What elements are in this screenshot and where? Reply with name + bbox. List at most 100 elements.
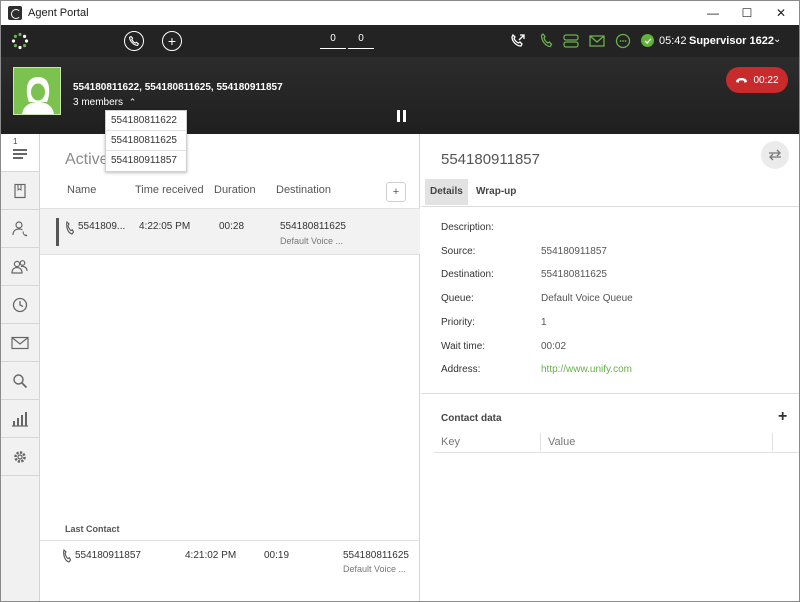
routing-icon[interactable]: [562, 32, 580, 50]
column-header-value[interactable]: Value: [548, 436, 575, 448]
counter-2: 0: [348, 33, 374, 49]
dial-phone-button[interactable]: [124, 31, 144, 51]
list-icon: [13, 148, 27, 159]
phone-icon: [63, 549, 71, 563]
swap-arrows-icon: [769, 149, 781, 161]
row-destination: 554180811625: [280, 221, 346, 232]
column-header-time[interactable]: Time received: [135, 184, 204, 196]
chevron-down-icon[interactable]: ⌄: [773, 34, 781, 45]
table-row[interactable]: 5541809... 4:22:05 PM 00:28 554180811625…: [40, 208, 420, 255]
column-header-destination[interactable]: Destination: [276, 184, 331, 196]
tab-wrap-up[interactable]: Wrap-up: [471, 179, 521, 205]
members-dropdown: 554180811622 554180811625 554180911857: [105, 110, 187, 172]
priority-label: Priority:: [441, 317, 475, 328]
plus-icon: +: [167, 33, 177, 49]
contact-details-pane: 554180911857 Details Wrap-up Description…: [421, 134, 799, 601]
clock-icon: [12, 297, 28, 312]
members-toggle[interactable]: 3 members ⌃: [73, 97, 136, 108]
tab-details[interactable]: Details: [425, 179, 468, 205]
agent-portal-window: Agent Portal — ☐ ✕ + 0 0 05:42 Superviso…: [0, 0, 800, 602]
phone-ready-icon[interactable]: [537, 32, 555, 50]
column-header-key[interactable]: Key: [441, 436, 460, 448]
group-icon: [11, 259, 28, 274]
email-icon[interactable]: [588, 32, 606, 50]
nav-contacts-book[interactable]: [1, 172, 39, 210]
title-bar: Agent Portal — ☐ ✕: [1, 1, 799, 25]
nav-reports[interactable]: [1, 400, 39, 438]
wait-time-value: 00:02: [541, 341, 567, 352]
new-contact-button[interactable]: +: [162, 31, 182, 51]
address-link[interactable]: http://www.unify.com: [541, 364, 632, 375]
nav-search[interactable]: [1, 362, 39, 400]
search-icon: [13, 373, 28, 388]
destination-label: Destination:: [441, 269, 494, 280]
nav-history[interactable]: [1, 286, 39, 324]
nav-email[interactable]: [1, 324, 39, 362]
row-queue: Default Voice ...: [280, 236, 344, 246]
pause-icon[interactable]: [396, 110, 408, 124]
call-participants: 554180811622, 554180811625, 554180911857: [73, 82, 283, 93]
bar-chart-icon: [12, 411, 28, 427]
user-name[interactable]: Supervisor 1622: [689, 35, 774, 47]
nav-settings[interactable]: [1, 438, 39, 476]
details-title: 554180911857: [441, 151, 540, 168]
section-divider: [421, 393, 799, 394]
call-duration: 00:22: [753, 74, 779, 86]
add-column-button[interactable]: +: [386, 182, 406, 202]
window-title: Agent Portal: [28, 7, 89, 19]
app-logo-icon: [8, 6, 22, 20]
destination-value: 554180811625: [541, 269, 607, 280]
selection-marker: [56, 218, 59, 246]
hangup-button[interactable]: 00:22: [726, 67, 788, 93]
call-pickup-icon[interactable]: [509, 32, 527, 50]
queue-value: Default Voice Queue: [541, 293, 633, 304]
members-label: 3 members: [73, 97, 124, 108]
column-header-name[interactable]: Name: [67, 184, 96, 196]
member-item[interactable]: 554180811625: [106, 131, 186, 151]
phone-icon: [66, 221, 74, 235]
session-time: 05:42: [659, 35, 687, 47]
avatar: [13, 67, 61, 115]
member-item[interactable]: 554180911857: [106, 151, 186, 171]
counter-1: 0: [320, 33, 346, 49]
wait-time-label: Wait time:: [441, 341, 486, 352]
member-item[interactable]: 554180811622: [106, 111, 186, 131]
row-duration: 00:28: [219, 221, 245, 232]
last-name: 554180911857: [75, 550, 141, 561]
source-value: 554180911857: [541, 246, 607, 257]
maximize-button[interactable]: ☐: [730, 1, 764, 25]
close-button[interactable]: ✕: [764, 1, 798, 25]
queue-count-badge: 1: [13, 137, 18, 146]
active-contacts-pane: Active Name Time received Duration Desti…: [40, 134, 420, 601]
envelope-icon: [11, 336, 29, 349]
user-phone-icon: [12, 220, 28, 236]
phone-icon: [129, 35, 140, 46]
priority-value: 1: [541, 317, 547, 328]
hangup-icon: [736, 77, 748, 83]
add-contact-data-button[interactable]: +: [778, 408, 787, 426]
chat-icon[interactable]: [614, 32, 632, 50]
gear-icon: [14, 450, 26, 463]
page-title: Active: [65, 151, 109, 168]
contact-data-table-header: Key Value: [434, 431, 799, 453]
nav-team[interactable]: [1, 248, 39, 286]
minimize-button[interactable]: —: [696, 1, 730, 25]
queue-label: Queue:: [441, 293, 474, 304]
column-header-duration[interactable]: Duration: [214, 184, 256, 196]
user-avatar-icon: [14, 68, 60, 114]
contact-data-heading: Contact data: [441, 413, 502, 424]
last-duration: 00:19: [264, 550, 290, 561]
column-separator: [772, 433, 773, 451]
last-contact-row[interactable]: 554180911857 4:21:02 PM 00:19 5541808116…: [40, 540, 420, 580]
chevron-up-icon: ⌃: [128, 97, 137, 107]
address-label: Address:: [441, 364, 481, 375]
last-queue: Default Voice ...: [343, 564, 407, 574]
transfer-button[interactable]: [761, 141, 789, 169]
row-name: 5541809...: [78, 221, 126, 232]
main-toolbar: + 0 0 05:42 Supervisor 1622 ⌄: [1, 25, 799, 57]
column-separator: [540, 433, 541, 451]
nav-queue[interactable]: 1: [1, 134, 39, 172]
description-label: Description:: [441, 222, 494, 233]
nav-agent[interactable]: [1, 210, 39, 248]
available-status-icon[interactable]: [641, 34, 654, 47]
